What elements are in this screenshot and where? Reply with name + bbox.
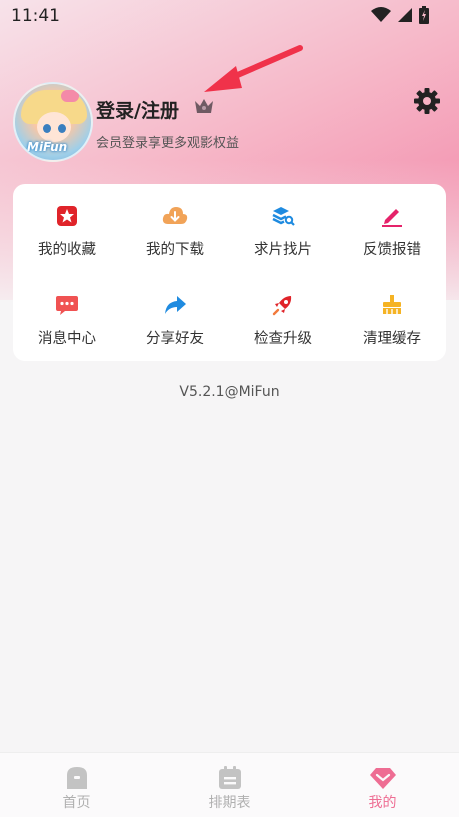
app-version: V5.2.1@MiFun [179, 384, 280, 400]
wifi-icon [371, 7, 391, 22]
signal-icon [398, 8, 412, 22]
calendar-icon [218, 766, 241, 789]
feature-card: 我的收藏 我的下载 求片找片 反馈报错 消息中心 分享好友 检查升级 清理缓存 [13, 184, 446, 361]
settings-gear-icon[interactable] [413, 87, 441, 115]
menu-item-label: 反馈报错 [363, 242, 421, 258]
menu-item-share[interactable]: 分享好友 [121, 273, 229, 353]
download-cloud-icon [162, 207, 188, 224]
avatar-bow [61, 90, 79, 102]
menu-item-label: 分享好友 [146, 331, 204, 347]
avatar[interactable]: MiFun [13, 82, 93, 162]
nav-tab-home[interactable]: 首页 [0, 753, 153, 817]
menu-item-label: 我的收藏 [38, 242, 96, 258]
diamond-icon [369, 768, 396, 789]
menu-item-feedback[interactable]: 反馈报错 [338, 184, 446, 264]
nav-tab-label: 排期表 [208, 795, 251, 811]
message-icon [56, 296, 78, 315]
nav-tab-label: 我的 [368, 795, 397, 811]
status-bar: 11:41 [0, 0, 459, 32]
edit-pen-icon [382, 209, 402, 227]
menu-item-label: 我的下载 [146, 242, 204, 258]
menu-item-clear-cache[interactable]: 清理缓存 [338, 273, 446, 353]
battery-icon [419, 6, 429, 24]
menu-item-favorites[interactable]: 我的收藏 [13, 184, 121, 264]
menu-item-label: 求片找片 [254, 242, 312, 258]
nav-tab-schedule[interactable]: 排期表 [153, 753, 306, 817]
member-benefit-subtitle: 会员登录享更多观影权益 [96, 136, 240, 151]
rocket-icon [272, 296, 292, 316]
menu-item-messages[interactable]: 消息中心 [13, 273, 121, 353]
search-stack-icon [272, 207, 295, 226]
nav-tab-mine[interactable]: 我的 [306, 753, 459, 817]
star-icon [57, 206, 77, 226]
status-icons [371, 6, 429, 24]
menu-item-label: 检查升级 [254, 331, 312, 347]
feature-grid: 我的收藏 我的下载 求片找片 反馈报错 消息中心 分享好友 检查升级 清理缓存 [13, 184, 446, 361]
broom-icon [383, 295, 401, 314]
menu-item-update[interactable]: 检查升级 [229, 273, 337, 353]
annotation-arrow-icon [204, 45, 303, 92]
home-icon [66, 767, 87, 789]
avatar-logo-text: MiFun [27, 140, 68, 154]
menu-item-label: 清理缓存 [363, 331, 421, 347]
share-icon [165, 296, 186, 314]
bottom-nav: 首页 排期表 我的 [0, 752, 459, 817]
login-register-link[interactable]: 登录/注册 [96, 96, 179, 123]
menu-item-label: 消息中心 [38, 331, 96, 347]
avatar-eye-right [58, 124, 66, 133]
avatar-eye-left [43, 124, 51, 133]
nav-tab-label: 首页 [62, 795, 91, 811]
menu-item-request[interactable]: 求片找片 [229, 184, 337, 264]
menu-item-downloads[interactable]: 我的下载 [121, 184, 229, 264]
status-time: 11:41 [11, 6, 60, 26]
